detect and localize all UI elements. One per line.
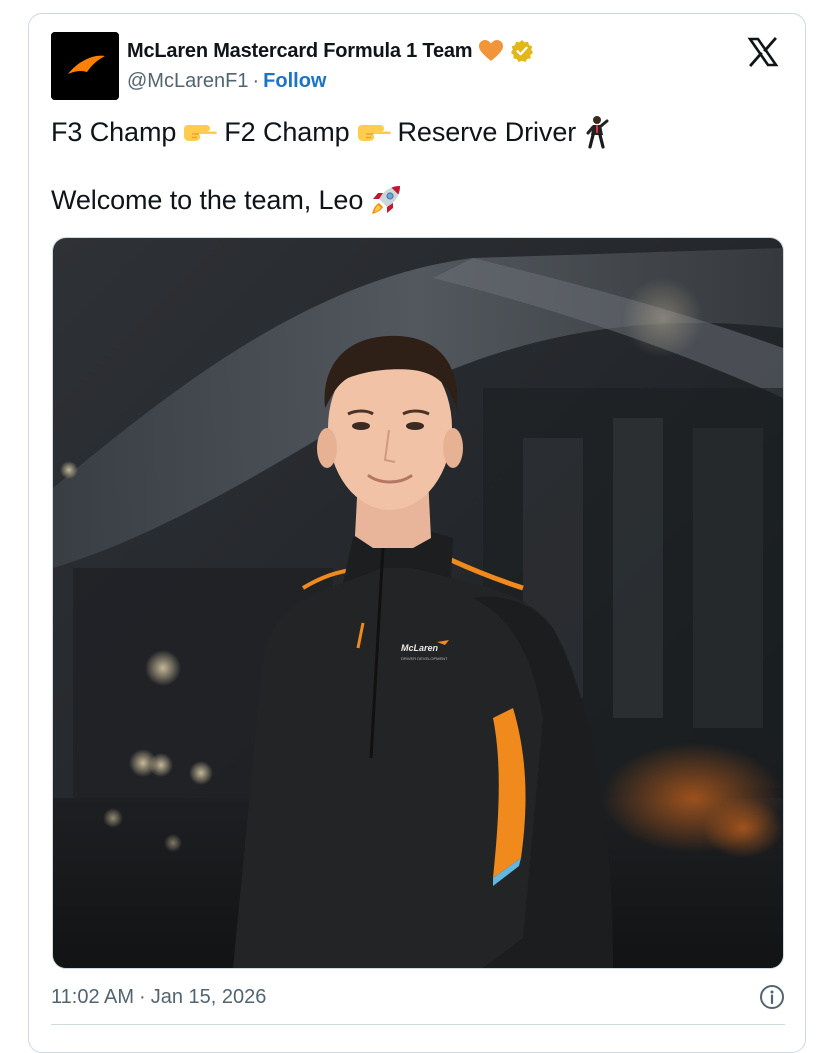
- gold-verified-badge-icon: [510, 39, 534, 63]
- jacket-logo-subtext: DRIVER DEVELOPMENT: [401, 656, 448, 661]
- tweet-text-f2: F2 Champ: [224, 117, 350, 147]
- x-logo-icon[interactable]: [747, 36, 779, 68]
- tweet-photo[interactable]: McLaren DRIVER DEVELOPMENT: [52, 237, 784, 969]
- tweet-date[interactable]: Jan 15, 2026: [151, 986, 267, 1009]
- driver-portrait-image: McLaren DRIVER DEVELOPMENT: [53, 238, 783, 968]
- rocket-icon: [369, 183, 403, 217]
- info-icon[interactable]: [759, 984, 785, 1010]
- tweet-time[interactable]: 11:02 AM: [51, 986, 134, 1009]
- handle-separator: ·: [252, 70, 260, 92]
- follow-button[interactable]: Follow: [263, 70, 326, 93]
- tweet-text-reserve: Reserve Driver: [397, 117, 577, 147]
- footer-divider: [51, 1024, 785, 1025]
- author-avatar[interactable]: [51, 32, 119, 100]
- tweet-line-2: Welcome to the team, Leo: [51, 182, 616, 218]
- tweet-card: McLaren Mastercard Formula 1 Team @McLar…: [28, 13, 806, 1053]
- jacket-logo-text: McLaren: [401, 643, 439, 653]
- mclaren-speedmark-logo-icon: [51, 32, 119, 100]
- tweet-header: McLaren Mastercard Formula 1 Team @McLar…: [51, 32, 785, 102]
- tweet-text-f3: F3 Champ: [51, 117, 177, 147]
- tweet-text: F3 Champ F2 Champ Reserve Driver Welcome…: [51, 114, 616, 218]
- tweet-footer: 11:02 AM · Jan 15, 2026: [51, 982, 785, 1012]
- author-block: McLaren Mastercard Formula 1 Team @McLar…: [127, 38, 534, 93]
- racing-driver-icon: [582, 115, 610, 149]
- author-name[interactable]: McLaren Mastercard Formula 1 Team: [127, 40, 473, 63]
- tweet-line-1: F3 Champ F2 Champ Reserve Driver: [51, 114, 616, 150]
- tweet-text-welcome: Welcome to the team, Leo: [51, 185, 364, 215]
- orange-heart-icon: [478, 39, 504, 63]
- author-handle[interactable]: @McLarenF1: [127, 70, 248, 93]
- pointing-right-icon: [356, 120, 392, 144]
- pointing-right-icon: [182, 120, 218, 144]
- footer-separator: ·: [139, 985, 146, 1008]
